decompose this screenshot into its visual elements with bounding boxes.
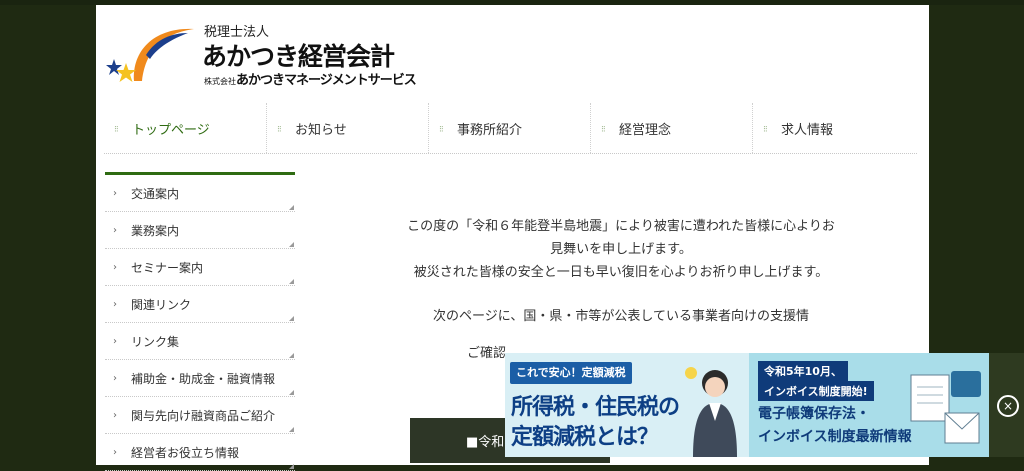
corner-icon — [289, 242, 294, 247]
site-logo[interactable]: 税理士法人 あかつき経営会計 株式会社あかつきマネージメントサービス — [106, 19, 417, 89]
logo-mark — [106, 28, 194, 82]
nav-item-recruit[interactable]: ⁝⁝ 求人情報 — [752, 103, 914, 153]
dots-icon: ⁝⁝ — [763, 125, 768, 135]
ad-tag: これで安心！定額減税 — [510, 362, 632, 384]
corner-icon — [289, 464, 294, 469]
corner-icon — [289, 279, 294, 284]
nav-item-label: 事務所紹介 — [457, 122, 523, 138]
nav-item-philosophy[interactable]: ⁝⁝ 経営理念 — [590, 103, 752, 153]
corner-icon — [289, 205, 294, 210]
logo-line3-main: あかつきマネージメントサービス — [236, 73, 417, 88]
sidebar-item-label: 関与先向け融資商品ご紹介 — [131, 408, 276, 423]
chevron-right-icon: › — [113, 299, 117, 310]
ad-right-tag-2: インボイス制度開始! — [758, 381, 874, 401]
close-icon[interactable]: × — [997, 395, 1019, 417]
notice-paragraph-2: 被災された皆様の安全と一日も早い復旧を心よりお祈り申し上げます。 — [413, 265, 829, 280]
dots-icon: ⁝⁝ — [601, 125, 606, 135]
ad-right-line-1: 電子帳簿保存法・ — [758, 406, 870, 422]
sidebar-item-services[interactable]: › 業務案内 — [105, 212, 295, 249]
ad-headline-2: 定額減税とは？ — [511, 425, 659, 450]
nav-item-label: トップページ — [132, 122, 210, 138]
nav-item-office[interactable]: ⁝⁝ 事務所紹介 — [428, 103, 590, 153]
sidebar-item-subsidies[interactable]: › 補助金・助成金・融資情報 — [105, 360, 295, 397]
ad-close-area: × — [989, 353, 1024, 457]
corner-icon — [289, 390, 294, 395]
nav-item-label: 経営理念 — [619, 122, 672, 138]
sidebar-item-label: セミナー案内 — [131, 260, 204, 275]
ad-banner[interactable]: これで安心！定額減税 所得税・住民税の 定額減税とは？ 令和5年10月、 インボ… — [505, 353, 1024, 457]
corner-icon — [289, 353, 294, 358]
sidebar-item-management-info[interactable]: › 経営者お役立ち情報 — [105, 434, 295, 471]
sidebar-item-label: 経営者お役立ち情報 — [131, 445, 240, 460]
ad-right-tag-1: 令和5年10月、 — [758, 361, 848, 381]
sidebar-item-label: 業務案内 — [131, 223, 180, 238]
documents-icon — [910, 371, 981, 444]
nav-item-label: お知らせ — [295, 122, 347, 138]
chevron-right-icon: › — [113, 188, 117, 199]
dots-icon: ⁝⁝ — [277, 125, 282, 135]
notice-paragraph-1: この度の「令和６年能登半島地震」により被害に遭われた皆様に心よりお見舞いを申し上… — [407, 219, 835, 257]
logo-line3-prefix: 株式会社 — [204, 77, 236, 86]
ad-left-panel[interactable]: これで安心！定額減税 所得税・住民税の 定額減税とは？ — [505, 353, 749, 457]
corner-icon — [289, 427, 294, 432]
chevron-right-icon: › — [113, 225, 117, 236]
global-nav: ⁝⁝ トップページ ⁝⁝ お知らせ ⁝⁝ 事務所紹介 ⁝⁝ 経営理念 ⁝⁝ 求人情報 — [104, 103, 917, 154]
nav-item-label: 求人情報 — [781, 122, 834, 138]
sidebar-item-loan-products[interactable]: › 関与先向け融資商品ご紹介 — [105, 397, 295, 434]
woman-illustration-icon — [685, 367, 737, 457]
sidebar-item-seminar[interactable]: › セミナー案内 — [105, 249, 295, 286]
nav-item-top[interactable]: ⁝⁝ トップページ — [104, 103, 266, 153]
corner-icon — [289, 316, 294, 321]
logo-line3: 株式会社あかつきマネージメントサービス — [204, 69, 417, 88]
chevron-right-icon: › — [113, 262, 117, 273]
chevron-right-icon: › — [113, 410, 117, 421]
chevron-right-icon: › — [113, 447, 117, 458]
sidebar-item-label: 補助金・助成金・融資情報 — [131, 371, 276, 386]
dots-icon: ⁝⁝ — [114, 125, 119, 135]
dots-icon: ⁝⁝ — [439, 125, 444, 135]
sidebar-item-access[interactable]: › 交通案内 — [105, 175, 295, 212]
sidebar-item-related-links[interactable]: › 関連リンク — [105, 286, 295, 323]
ad-right-line-2: インボイス制度最新情報 — [758, 429, 912, 445]
chevron-right-icon: › — [113, 336, 117, 347]
nav-item-news[interactable]: ⁝⁝ お知らせ — [266, 103, 428, 153]
chevron-right-icon: › — [113, 373, 117, 384]
sidebar-item-label: リンク集 — [131, 334, 180, 349]
sidebar-item-label: 関連リンク — [131, 297, 192, 312]
logo-line2: あかつき経営会計 — [202, 42, 395, 71]
sidebar-item-label: 交通案内 — [131, 186, 180, 201]
sidebar-item-link-list[interactable]: › リンク集 — [105, 323, 295, 360]
ad-headline-1: 所得税・住民税の — [511, 395, 680, 420]
sidebar: › 交通案内 › 業務案内 › セミナー案内 › 関連リンク › リンク集 › 補助金・助成… — [105, 172, 295, 471]
notice-paragraph-3: 次のページに、国・県・市等が公表している事業者向けの支援情 — [433, 309, 809, 324]
